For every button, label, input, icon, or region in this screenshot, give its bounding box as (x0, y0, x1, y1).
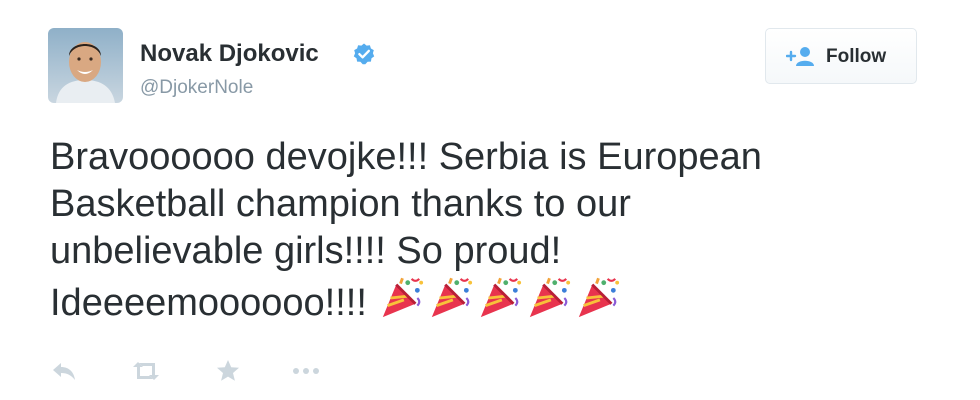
tweet-line: unbelievable girls!!!! So proud! (50, 230, 562, 272)
tweet-line-with-emoji: Ideeeemoooooo!!!! (50, 275, 930, 333)
tweet-line: Basketball champion thanks to our (50, 183, 631, 225)
follow-button[interactable]: Follow (765, 28, 917, 84)
tweet-text: Bravoooooo devojke!!! Serbia is European… (50, 134, 930, 333)
party-popper-icon (431, 277, 473, 318)
author-handle[interactable]: @DjokerNole (140, 77, 253, 99)
verified-badge-icon (353, 43, 375, 65)
avatar[interactable] (48, 28, 123, 103)
more-icon[interactable] (290, 358, 322, 384)
add-user-icon (786, 47, 814, 66)
tweet-line: Bravoooooo devojke!!! Serbia is European (50, 136, 762, 178)
party-popper-icon (382, 277, 424, 318)
emoji-row (379, 275, 624, 333)
party-popper-icon (529, 277, 571, 318)
tweet-card: Novak Djokovic @DjokerNole Follow Bravoo… (0, 0, 980, 400)
party-popper-icon (480, 277, 522, 318)
follow-label: Follow (826, 46, 887, 67)
retweet-icon[interactable] (130, 358, 162, 384)
author-name[interactable]: Novak Djokovic (140, 40, 319, 68)
party-popper-icon (578, 277, 620, 318)
tweet-line: Ideeeemoooooo!!!! (50, 282, 367, 324)
favorite-icon[interactable] (215, 358, 241, 384)
reply-icon[interactable] (50, 358, 78, 384)
